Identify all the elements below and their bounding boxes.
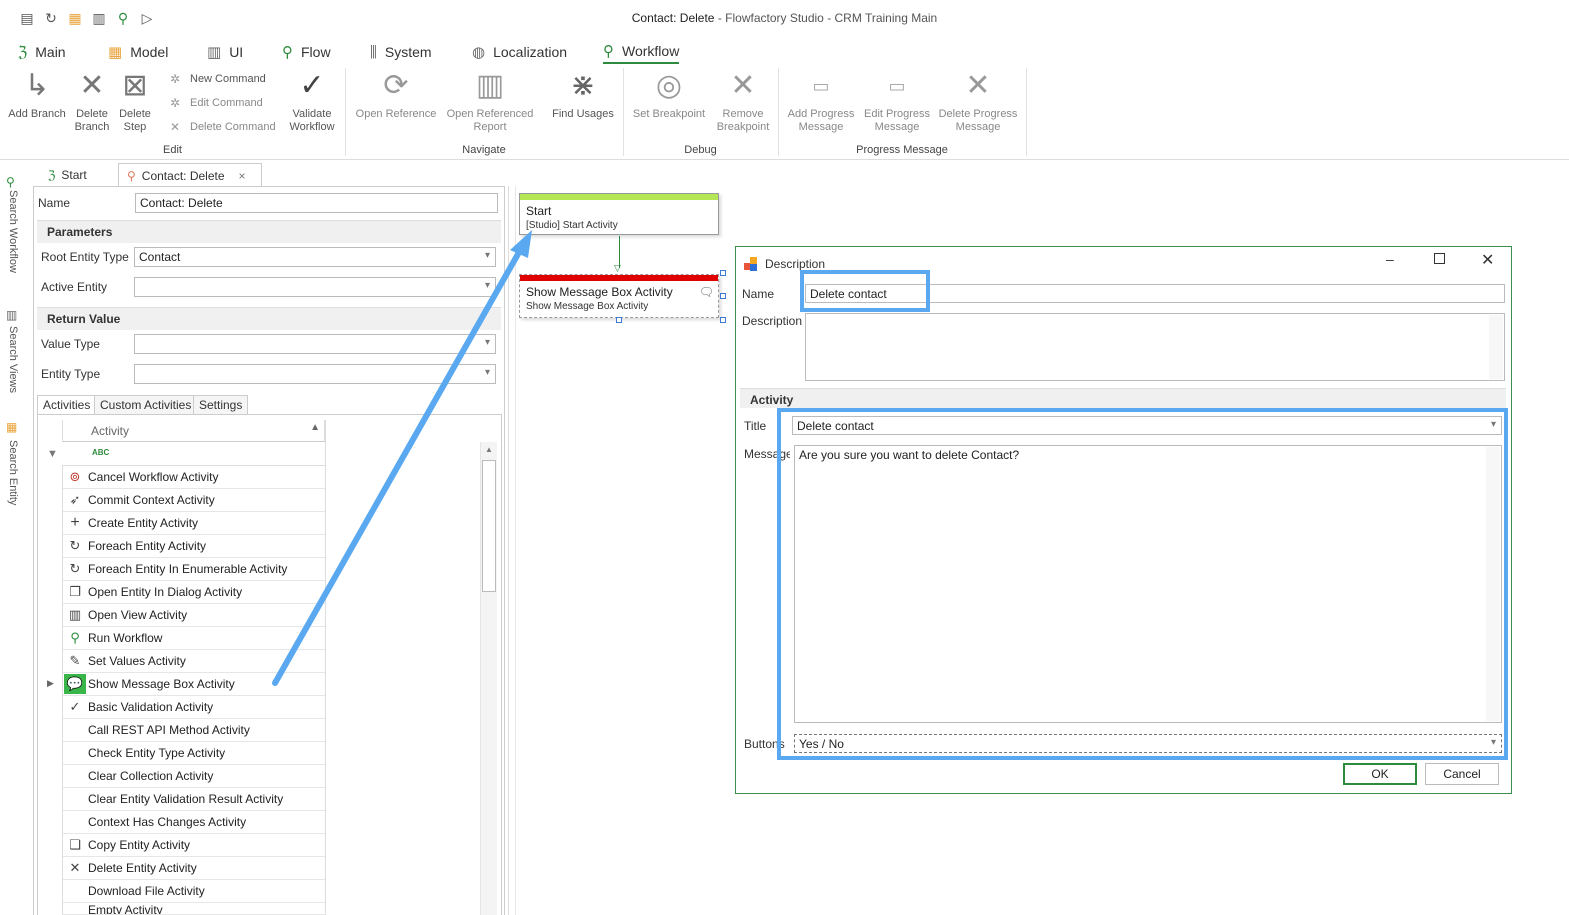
annotation-arrow (272, 230, 532, 686)
